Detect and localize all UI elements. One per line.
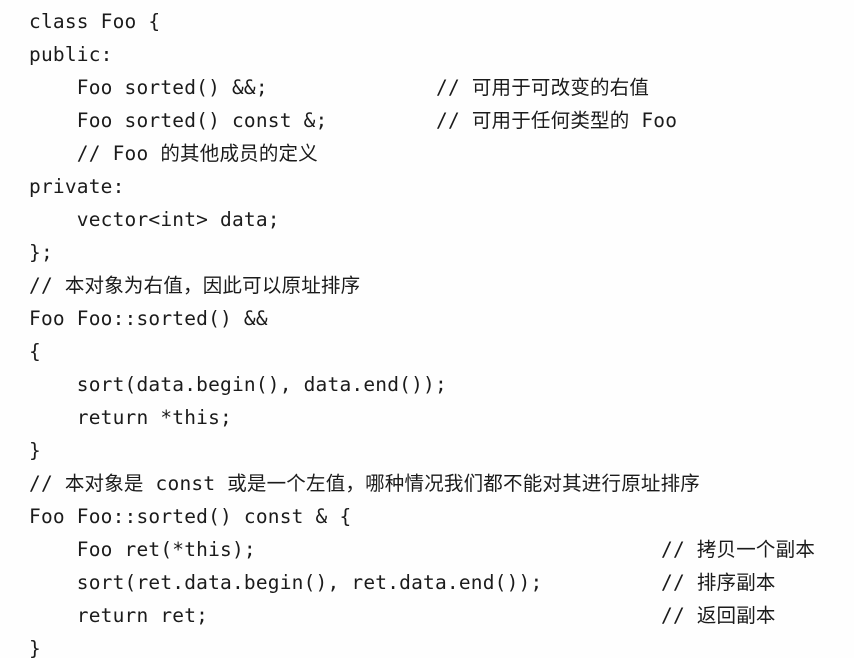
code-line: sort(data.begin(), data.end());: [0, 368, 854, 401]
code-line: // Foo 的其他成员的定义: [0, 137, 854, 170]
code-listing-page: class Foo { public: Foo sorted() &&; // 可用…: [0, 0, 854, 658]
code-line: private:: [0, 170, 854, 203]
code-line: return ret; // 返回副本: [0, 599, 854, 632]
code-line-comment: // 可用于可改变的右值: [436, 76, 650, 99]
code-block: class Foo { public: Foo sorted() &&; // 可用…: [0, 0, 854, 658]
code-line-text: }: [29, 637, 41, 658]
code-line: Foo sorted() &&; // 可用于可改变的右值: [0, 71, 854, 104]
code-line-comment: // 返回副本: [661, 604, 776, 627]
code-line: // 本对象为右值，因此可以原址排序: [0, 269, 854, 302]
code-line-text: Foo Foo::sorted() const & {: [29, 505, 352, 528]
code-line-text: return *this;: [29, 406, 232, 429]
code-line-text: // Foo 的其他成员的定义: [29, 142, 318, 165]
code-line: {: [0, 335, 854, 368]
code-line: Foo sorted() const &; // 可用于任何类型的 Foo: [0, 104, 854, 137]
code-line-comment: // 排序副本: [661, 571, 776, 594]
code-line: vector<int> data;: [0, 203, 854, 236]
code-line-text: // 本对象是 const 或是一个左值，哪种情况我们都不能对其进行原址排序: [29, 472, 701, 495]
code-line-text: class Foo {: [29, 10, 161, 33]
code-line: // 本对象是 const 或是一个左值，哪种情况我们都不能对其进行原址排序: [0, 467, 854, 500]
code-line-text: Foo sorted() &&;: [29, 76, 268, 99]
code-line: Foo Foo::sorted() &&: [0, 302, 854, 335]
code-line-text: Foo sorted() const &;: [29, 109, 328, 132]
code-line-text: private:: [29, 175, 125, 198]
code-line: Foo ret(*this); // 拷贝一个副本: [0, 533, 854, 566]
code-line: Foo Foo::sorted() const & {: [0, 500, 854, 533]
code-line-text: vector<int> data;: [29, 208, 280, 231]
code-line: return *this;: [0, 401, 854, 434]
code-line: }: [0, 434, 854, 467]
code-line-text: sort(ret.data.begin(), ret.data.end());: [29, 571, 543, 594]
code-line: }: [0, 632, 854, 658]
code-line-text: Foo ret(*this);: [29, 538, 256, 561]
code-line-text: // 本对象为右值，因此可以原址排序: [29, 274, 361, 297]
code-line-text: Foo Foo::sorted() &&: [29, 307, 268, 330]
code-line: public:: [0, 38, 854, 71]
code-line-text: };: [29, 241, 53, 264]
code-line: };: [0, 236, 854, 269]
code-line-comment: // 可用于任何类型的 Foo: [436, 109, 678, 132]
code-line: class Foo {: [0, 5, 854, 38]
code-line-text: public:: [29, 43, 113, 66]
code-line-text: return ret;: [29, 604, 209, 627]
code-line-text: }: [29, 439, 41, 462]
code-line-comment: // 拷贝一个副本: [661, 538, 816, 561]
code-line: sort(ret.data.begin(), ret.data.end()); /…: [0, 566, 854, 599]
code-line-text: sort(data.begin(), data.end());: [29, 373, 447, 396]
code-line-text: {: [29, 340, 41, 363]
